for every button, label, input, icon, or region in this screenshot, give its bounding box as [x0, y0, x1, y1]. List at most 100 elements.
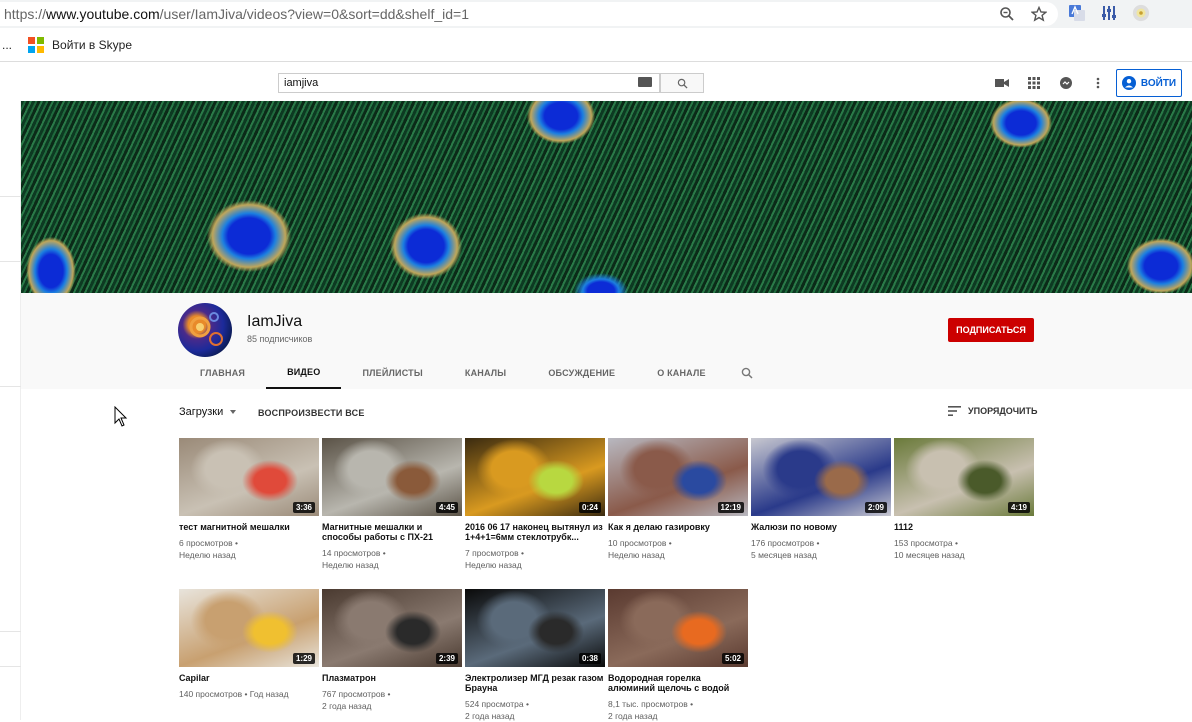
video-title[interactable]: Capilar — [179, 673, 319, 683]
video-age: Неделю назад — [465, 560, 522, 570]
video-title[interactable]: Водородная горелка алюминий щелочь с вод… — [608, 673, 748, 693]
video-views: 524 просмотра • — [465, 699, 529, 709]
video-views: 8,1 тыс. просмотров • — [608, 699, 694, 709]
video-duration: 2:39 — [435, 653, 458, 664]
uploads-filter-dropdown[interactable]: Загрузки — [179, 406, 237, 418]
video-age: 2 года назад — [608, 711, 658, 721]
url-text[interactable]: https://www.youtube.com/user/IamJiva/vid… — [4, 6, 469, 22]
video-duration: 5:02 — [721, 653, 744, 664]
video-meta: 176 просмотров • 5 месяцев назад — [751, 537, 891, 561]
video-duration: 4:45 — [435, 502, 458, 513]
video-thumbnail[interactable]: 0:24 — [465, 438, 605, 516]
address-bar[interactable]: https://www.youtube.com/user/IamJiva/vid… — [0, 2, 1058, 26]
guide-strip — [0, 101, 21, 720]
translate-extension-icon[interactable] — [1068, 4, 1086, 22]
video-thumbnail[interactable]: 5:02 — [608, 589, 748, 667]
search-button[interactable] — [660, 73, 704, 93]
sign-in-label: ВОЙТИ — [1140, 77, 1177, 89]
sort-label: УПОРЯДОЧИТЬ — [968, 406, 1038, 416]
video-card[interactable]: 4:19 1112 153 просмотра • 10 месяцев назад — [894, 438, 1034, 561]
video-card[interactable]: 12:19 Как я делаю газировку 10 просмотров … — [608, 438, 748, 561]
tab-videos[interactable]: ВИДЕО — [266, 357, 342, 389]
video-meta: 767 просмотров • 2 года назад — [322, 688, 462, 712]
video-card[interactable]: 5:02 Водородная горелка алюминий щелочь с… — [608, 589, 748, 722]
video-duration: 3:36 — [292, 502, 315, 513]
video-views: 153 просмотра • — [894, 538, 958, 548]
video-views: 6 просмотров • — [179, 538, 238, 548]
search-input[interactable] — [278, 73, 660, 93]
video-title[interactable]: Как я делаю газировку — [608, 522, 748, 532]
chevron-down-icon — [230, 410, 237, 414]
channel-tabs: ГЛАВНАЯ ВИДЕО ПЛЕЙЛИСТЫ КАНАЛЫ ОБСУЖДЕНИ… — [179, 357, 753, 389]
profile-avatar-icon[interactable] — [1132, 4, 1150, 22]
video-thumbnail[interactable]: 3:36 — [179, 438, 319, 516]
video-meta: 7 просмотров • Неделю назад — [465, 547, 605, 571]
video-meta: 153 просмотра • 10 месяцев назад — [894, 537, 1034, 561]
video-thumbnail[interactable]: 12:19 — [608, 438, 748, 516]
video-thumbnail[interactable]: 2:39 — [322, 589, 462, 667]
video-age: Неделю назад — [179, 550, 236, 560]
video-views: 176 просмотров • — [751, 538, 820, 548]
video-card[interactable]: 0:24 2016 06 17 наконец вытянул из 1+4+1=… — [465, 438, 605, 571]
video-thumbnail[interactable]: 4:19 — [894, 438, 1034, 516]
zoom-icon[interactable] — [998, 5, 1016, 23]
video-card[interactable]: 0:38 Электролизер МГД резак газом Брауна 5… — [465, 589, 605, 722]
bookmarks-overflow[interactable]: ... — [2, 38, 12, 52]
video-meta: 6 просмотров • Неделю назад — [179, 537, 319, 561]
video-duration: 1:29 — [292, 653, 315, 664]
video-age: 2 года назад — [322, 701, 372, 711]
video-views: 7 просмотров • — [465, 548, 524, 558]
video-age: 5 месяцев назад — [751, 550, 817, 560]
search-icon — [677, 78, 688, 89]
video-title[interactable]: Магнитные мешалки и способы работы с ПХ-… — [322, 522, 462, 542]
video-thumbnail[interactable]: 2:09 — [751, 438, 891, 516]
equalizer-extension-icon[interactable] — [1100, 4, 1118, 22]
video-duration: 4:19 — [1007, 502, 1030, 513]
video-duration: 0:24 — [578, 502, 601, 513]
video-views: 767 просмотров • — [322, 689, 391, 699]
video-title[interactable]: Плазматрон — [322, 673, 462, 683]
video-meta: 140 просмотров • Год назад — [179, 688, 319, 700]
create-video-icon[interactable] — [993, 74, 1011, 92]
more-options-icon[interactable] — [1089, 74, 1107, 92]
subscribe-button[interactable]: ПОДПИСАТЬСЯ — [948, 318, 1034, 342]
video-card[interactable]: 2:09 Жалюзи по новому 176 просмотров • 5 ме… — [751, 438, 891, 561]
url-host: www.youtube.com — [46, 6, 160, 22]
tab-channels[interactable]: КАНАЛЫ — [444, 357, 527, 389]
video-title[interactable]: 2016 06 17 наконец вытянул из 1+4+1=6мм … — [465, 522, 605, 542]
bookmark-star-icon[interactable] — [1030, 5, 1048, 23]
tab-playlists[interactable]: ПЛЕЙЛИСТЫ — [341, 357, 443, 389]
apps-grid-icon[interactable] — [1025, 74, 1043, 92]
video-title[interactable]: Электролизер МГД резак газом Брауна — [465, 673, 605, 693]
tab-about[interactable]: О КАНАЛЕ — [636, 357, 727, 389]
video-views: 10 просмотров • — [608, 538, 672, 548]
video-card[interactable]: 4:45 Магнитные мешалки и способы работы с… — [322, 438, 462, 571]
video-age: Неделю назад — [322, 560, 379, 570]
video-title[interactable]: тест магнитной мешалки — [179, 522, 319, 532]
bookmark-skype-login[interactable]: Войти в Skype — [52, 38, 132, 52]
mouse-cursor-icon — [114, 406, 128, 427]
channel-search-button[interactable] — [727, 357, 753, 389]
sign-in-button[interactable]: ВОЙТИ — [1116, 69, 1182, 97]
video-age: Неделю назад — [608, 550, 665, 560]
video-card[interactable]: 3:36 тест магнитной мешалки 6 просмотров •… — [179, 438, 319, 561]
play-all-button[interactable]: ВОСПРОИЗВЕСТИ ВСЕ — [258, 408, 365, 418]
messages-icon[interactable] — [1057, 74, 1075, 92]
tab-discussion[interactable]: ОБСУЖДЕНИЕ — [527, 357, 636, 389]
video-meta: 524 просмотра • 2 года назад — [465, 698, 605, 722]
video-thumbnail[interactable]: 4:45 — [322, 438, 462, 516]
sort-icon — [948, 406, 961, 416]
video-card[interactable]: 2:39 Плазматрон 767 просмотров • 2 года наз… — [322, 589, 462, 712]
video-age: 10 месяцев назад — [894, 550, 965, 560]
channel-avatar[interactable] — [178, 303, 232, 357]
video-thumbnail[interactable]: 1:29 — [179, 589, 319, 667]
keyboard-icon[interactable] — [638, 77, 652, 87]
browser-toolbar: https://www.youtube.com/user/IamJiva/vid… — [0, 0, 1192, 28]
filter-label: Загрузки — [179, 406, 224, 418]
video-card[interactable]: 1:29 Capilar 140 просмотров • Год назад — [179, 589, 319, 700]
video-title[interactable]: Жалюзи по новому — [751, 522, 891, 532]
tab-home[interactable]: ГЛАВНАЯ — [179, 357, 266, 389]
video-title[interactable]: 1112 — [894, 522, 1034, 532]
sort-button[interactable]: УПОРЯДОЧИТЬ — [948, 406, 1038, 416]
video-thumbnail[interactable]: 0:38 — [465, 589, 605, 667]
